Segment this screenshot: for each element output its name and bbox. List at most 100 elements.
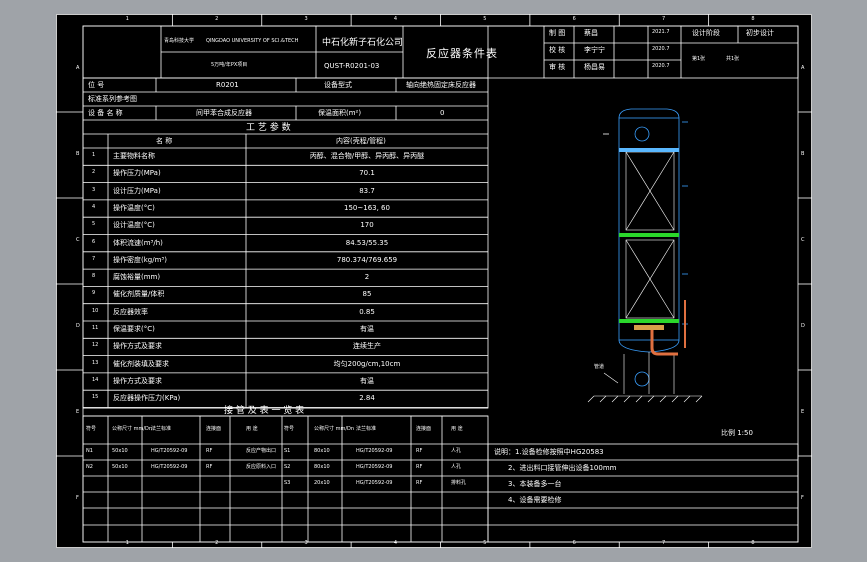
zone-right-label: C	[801, 237, 805, 243]
note-item: 2、进出料口接管伸出设备100mm	[508, 464, 617, 472]
zone-top-label: 8	[751, 16, 755, 22]
process-row-value: 2.84	[359, 394, 375, 403]
nozzle-cell-std: HG/T20592-09	[151, 464, 188, 470]
process-row-value: 780.374/769.659	[336, 255, 398, 264]
nozzle-cell-sym: S1	[284, 448, 291, 454]
nozzle-header-cell: 用 途	[246, 426, 258, 432]
process-row-no: 6	[92, 238, 96, 245]
equipment-name-label: 设 备 名 称	[88, 109, 123, 117]
zone-left-label: D	[76, 323, 80, 329]
process-row-name: 操作温度(°C)	[113, 203, 155, 212]
process-row-no: 12	[92, 342, 99, 349]
process-row-value: 150~163, 60	[344, 203, 390, 212]
nozzle-cell-std: HG/T20592-09	[356, 480, 393, 486]
nozzle-cell-size: 20x10	[314, 480, 330, 486]
process-row-value: 0.85	[359, 307, 375, 316]
nozzle-cell-face: RF	[416, 448, 423, 454]
drawing-title: 反应器条件表	[426, 47, 498, 60]
process-row-no: 7	[92, 255, 96, 262]
sheet-label: 第1张	[692, 56, 706, 62]
process-row-name: 体积流速(m³/h)	[113, 238, 163, 247]
process-row-no: 10	[92, 307, 99, 314]
design-stage-label: 设计阶段	[692, 29, 720, 37]
process-row-name: 主要物料名称	[113, 152, 155, 160]
zone-bottom-label: 2	[215, 540, 219, 546]
nozzle-header-cell: 符号	[284, 426, 295, 432]
process-row-name: 操作方式及要求	[113, 342, 162, 351]
design-stage-value: 初步设计	[746, 29, 774, 37]
process-row-name: 反应器操作压力(KPa)	[113, 394, 181, 403]
process-row-name: 催化剂装填及要求	[113, 359, 169, 368]
nozzle-cell-size: 80x10	[314, 448, 330, 454]
process-row-value: 85	[362, 290, 372, 299]
note-item: 3、本装备多一台	[508, 480, 562, 488]
nozzle-cell-face: RF	[206, 464, 213, 470]
process-row-no: 13	[92, 359, 99, 366]
nozzle-cell-std: HG/T20592-09	[356, 464, 393, 470]
process-row-name: 设计压力(MPa)	[113, 186, 161, 195]
nozzle-cell-std: HG/T20592-09	[151, 448, 188, 454]
insulation-label: 保温面积(m²)	[318, 109, 362, 117]
nozzle-header-cell: 公称尺寸 mm/Dn	[112, 426, 153, 432]
process-row-value: 丙醇、混合物/甲醇、异丙醇、异丙醚	[309, 152, 425, 160]
process-row-no: 5	[92, 221, 96, 228]
zone-right-label: E	[801, 409, 805, 415]
sheet-total: 共1张	[726, 56, 740, 62]
zone-left-label: E	[76, 409, 80, 415]
process-row-no: 8	[92, 273, 96, 280]
pipe-annotation: 管道	[594, 364, 605, 370]
process-row-name: 操作方式及要求	[113, 376, 162, 385]
process-row-value: 83.7	[359, 186, 375, 195]
process-section-title: 工 艺 参 数	[246, 123, 291, 133]
process-row-name: 操作压力(MPa)	[113, 169, 161, 178]
nozzle-cell-use: 人孔	[451, 464, 462, 470]
nozzle-cell-sym: S2	[284, 464, 291, 470]
nozzle-cell-std: HG/T20592-09	[356, 448, 393, 454]
process-row-value: 170	[360, 221, 374, 230]
nozzle-cell-size: 50x10	[112, 448, 128, 454]
school-name: 青岛科技大学	[164, 38, 195, 44]
process-col-value: 内容(壳程/管程)	[336, 137, 386, 145]
process-row-no: 3	[92, 186, 96, 193]
process-row-no: 9	[92, 290, 96, 297]
process-col-name: 名 称	[156, 137, 173, 145]
tag-value: R0201	[216, 81, 239, 89]
process-row-value: 70.1	[359, 169, 375, 178]
nozzle-header-cell: 用 途	[451, 426, 463, 432]
process-row-value: 有温	[360, 325, 374, 333]
type-label: 设备型式	[324, 81, 352, 89]
process-row-no: 2	[92, 169, 96, 176]
nozzle-cell-size: 80x10	[314, 464, 330, 470]
process-row-value: 84.53/55.35	[345, 238, 389, 247]
process-row-name: 腐蚀裕量(mm)	[113, 273, 161, 282]
zone-top-label: 4	[393, 16, 397, 22]
insulation-value: 0	[440, 109, 445, 117]
role-label: 制 图	[549, 29, 566, 37]
role-name: 蔡昌	[584, 29, 598, 37]
nozzle-header-cell: 法兰标准	[356, 426, 377, 432]
nozzle-header-cell: 连接面	[416, 426, 432, 432]
zone-top-label: 6	[572, 16, 576, 22]
process-row-value: 均匀200g/cm,10cm	[333, 359, 401, 368]
nozzle-header-cell: 符号	[86, 426, 97, 432]
role-name: 杨昌易	[584, 63, 605, 71]
zone-left-label: B	[76, 151, 80, 157]
process-row-value: 2	[364, 273, 370, 282]
process-row-value: 有温	[360, 376, 374, 385]
nozzle-header-cell: 连接面	[206, 426, 222, 432]
zone-bottom-label: 7	[661, 540, 666, 546]
process-row-value: 连续生产	[353, 342, 381, 351]
nozzle-cell-sym: N2	[86, 464, 93, 470]
role-label: 审 核	[549, 63, 566, 71]
nozzle-cell-use: 排料孔	[451, 480, 467, 486]
company-name: 中石化新子石化公司	[322, 38, 404, 48]
nozzle-cell-face: RF	[206, 448, 213, 454]
zone-left-label: F	[76, 495, 79, 501]
zone-left-label: C	[76, 237, 80, 243]
equipment-name-value: 间甲苯合成反应器	[196, 109, 252, 117]
zone-right-label: A	[801, 65, 805, 71]
role-date: 2020.7	[652, 63, 670, 69]
process-row-name: 反应器效率	[113, 307, 148, 316]
type-value: 轴向绝热固定床反应器	[406, 81, 476, 89]
nozzle-cell-use: 反应产物出口	[246, 448, 277, 454]
